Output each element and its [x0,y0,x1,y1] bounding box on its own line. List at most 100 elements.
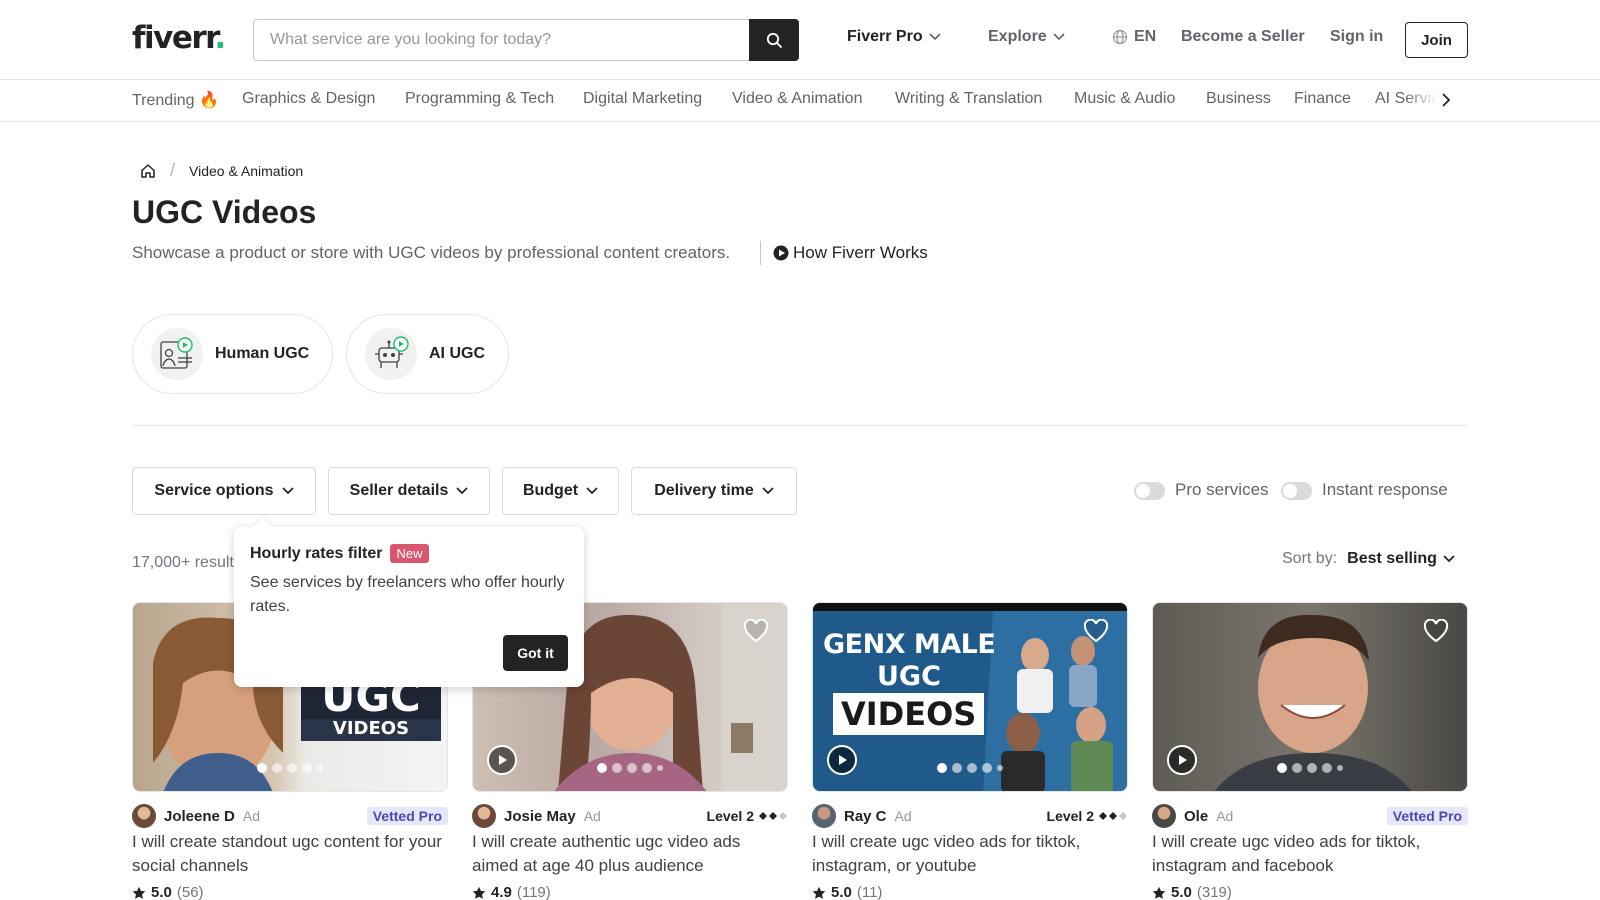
become-seller-link[interactable]: Become a Seller [1181,28,1305,46]
star-icon [132,886,146,899]
gig-title[interactable]: I will create standout ugc content for y… [132,830,448,878]
budget-filter[interactable]: Budget [502,467,619,515]
seller-info: Ole Ad Vetted Pro [1152,804,1468,828]
budget-label: Budget [522,482,579,499]
carousel-dots[interactable] [937,763,1003,773]
seller-name[interactable]: Ray C [844,808,887,825]
sort-control: Sort by: Best selling [1282,550,1455,568]
thumbnail-overlay-line-3: VIDEOS [833,693,985,735]
thumbnail-overlay-subtitle: VIDEOS [332,718,410,739]
fiverr-logo[interactable]: fiverr. [132,20,226,56]
gig-card[interactable]: GENX MALE UGC VIDEOS Ray C Ad Level 2 I … [812,602,1128,900]
gig-thumbnail[interactable] [1152,602,1468,792]
chevron-right-icon[interactable] [1441,92,1451,108]
explore-menu[interactable]: Explore [988,28,1065,46]
subcategory-human-ugc[interactable]: Human UGC [132,314,333,394]
page-subtitle: Showcase a product or store with UGC vid… [132,243,731,262]
seller-level-badge: Level 2 [707,808,788,824]
got-it-button[interactable]: Got it [503,635,568,671]
search-icon [766,32,782,48]
gig-rating: 5.0 (11) [812,884,882,900]
category-music-audio[interactable]: Music & Audio [1074,90,1175,108]
thumbnail-overlay-line-1: GENX MALE [823,629,996,660]
search-input[interactable] [254,20,749,60]
heart-icon[interactable] [1423,618,1449,648]
gig-rating: 5.0 (319) [1152,884,1232,900]
sort-dropdown[interactable]: Best selling [1347,550,1455,568]
section-divider [132,425,1468,426]
category-video-animation[interactable]: Video & Animation [732,90,862,108]
service-options-filter[interactable]: Service options [132,467,316,515]
level-diamonds-icon [759,812,787,820]
pro-services-toggle[interactable] [1134,482,1165,500]
rating-value: 5.0 [1171,884,1192,900]
seller-name[interactable]: Josie May [504,808,576,825]
seller-name[interactable]: Joleene D [164,808,235,825]
seller-details-filter[interactable]: Seller details [328,467,490,515]
category-graphics-design[interactable]: Graphics & Design [242,90,375,108]
instant-response-label: Instant response [1322,480,1448,499]
carousel-dots[interactable] [1277,763,1343,773]
search-bar [253,19,799,61]
carousel-dots[interactable] [257,763,323,773]
review-count: (56) [176,884,204,900]
gig-title[interactable]: I will create authentic ugc video ads ai… [472,830,788,878]
sign-in-link[interactable]: Sign in [1330,28,1383,46]
gig-card[interactable]: Ole Ad Vetted Pro I will create ugc vide… [1152,602,1468,900]
how-fiverr-works-link[interactable]: How Fiverr Works [773,243,928,263]
ai-ugc-robot-icon [365,328,417,380]
rating-value: 5.0 [831,884,852,900]
avatar[interactable] [132,804,156,828]
review-count: (11) [856,884,883,900]
home-icon[interactable] [140,163,156,179]
seller-info: Ray C Ad Level 2 [812,804,1128,828]
gig-thumbnail[interactable]: GENX MALE UGC VIDEOS [812,602,1128,792]
globe-icon [1112,29,1128,45]
chevron-down-icon [586,487,598,495]
category-digital-marketing[interactable]: Digital Marketing [583,90,702,108]
review-count: (319) [1196,884,1232,900]
popover-title-text: Hourly rates filter [250,544,383,562]
play-icon[interactable] [487,745,517,775]
human-ugc-label: Human UGC [215,345,310,362]
category-programming-tech[interactable]: Programming & Tech [405,90,554,108]
seller-info: Josie May Ad Level 2 [472,804,788,828]
category-trending[interactable]: Trending 🔥 [132,90,219,110]
language-selector[interactable]: EN [1112,28,1156,46]
carousel-dots[interactable] [597,763,663,773]
heart-icon[interactable] [743,618,769,648]
category-finance[interactable]: Finance [1294,90,1351,108]
gig-title[interactable]: I will create ugc video ads for tiktok, … [812,830,1128,878]
new-badge: New [390,544,429,563]
star-icon [472,886,486,899]
category-writing-translation[interactable]: Writing & Translation [895,90,1042,108]
breadcrumb-video-animation[interactable]: Video & Animation [189,163,303,179]
ad-label: Ad [583,808,601,824]
subcategory-ai-ugc[interactable]: AI UGC [346,314,509,394]
heart-icon[interactable] [1083,618,1109,648]
avatar[interactable] [1152,804,1176,828]
seller-level-text: Level 2 [1046,808,1094,824]
fiverr-pro-menu[interactable]: Fiverr Pro [847,28,941,46]
delivery-time-filter[interactable]: Delivery time [631,467,797,515]
gig-title[interactable]: I will create ugc video ads for tiktok, … [1152,830,1468,878]
avatar[interactable] [812,804,836,828]
popover-title: Hourly rates filter New [250,544,429,563]
results-count: 17,000+ result [132,554,234,571]
avatar[interactable] [472,804,496,828]
level-diamonds-icon [1099,812,1127,820]
language-label: EN [1134,28,1157,45]
vetted-pro-badge: Vetted Pro [366,807,448,825]
rating-value: 5.0 [151,884,172,900]
fiverr-pro-label: Fiverr Pro [847,28,923,45]
play-icon[interactable] [1167,745,1197,775]
sort-label: Sort by: [1282,550,1338,567]
play-icon[interactable] [827,745,857,775]
ad-label: Ad [894,808,912,824]
join-button[interactable]: Join [1405,22,1468,58]
category-business[interactable]: Business [1206,90,1271,108]
popover-text: See services by freelancers who offer ho… [250,574,565,615]
instant-response-toggle[interactable] [1281,482,1312,500]
search-button[interactable] [749,19,799,61]
seller-name[interactable]: Ole [1184,808,1208,825]
